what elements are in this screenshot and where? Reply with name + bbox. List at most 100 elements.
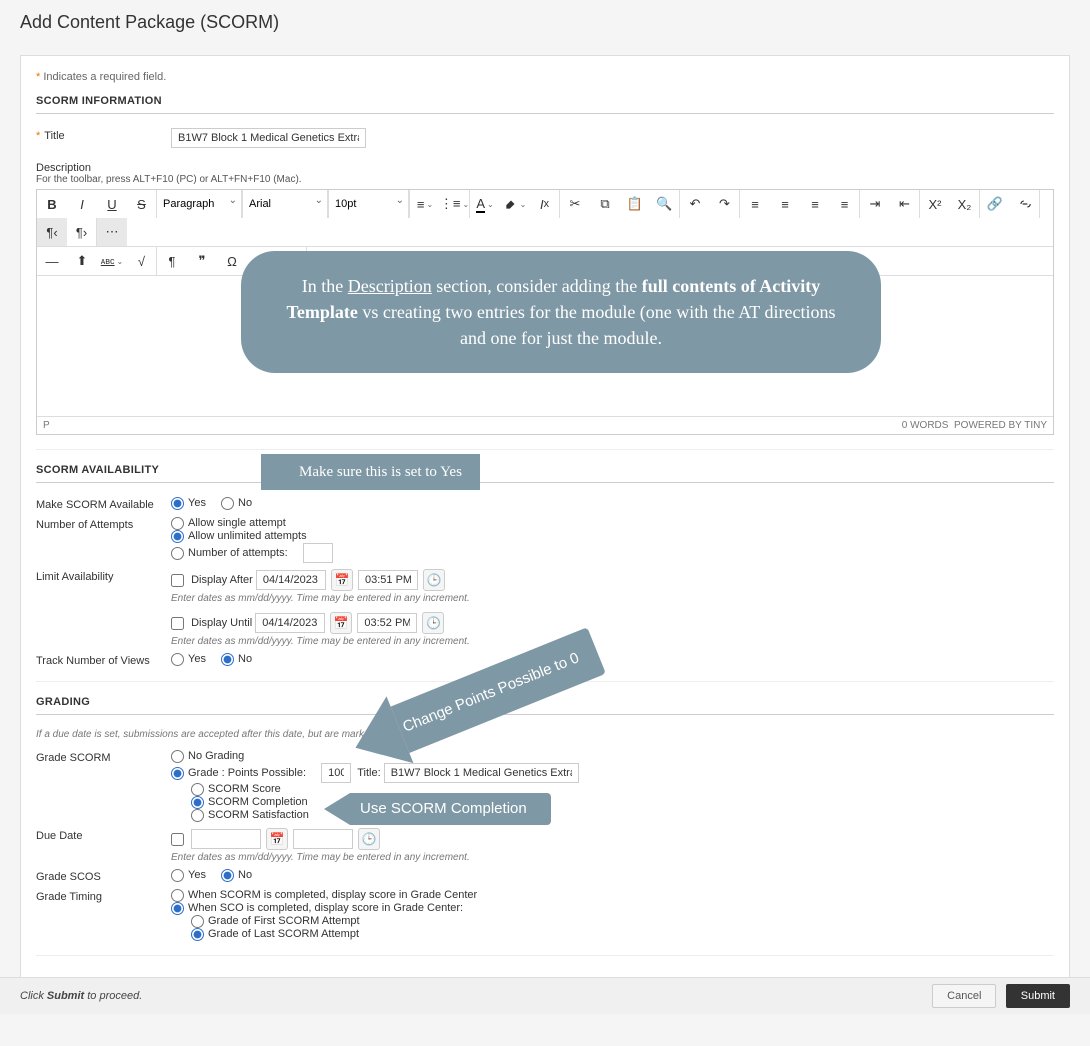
make-available-yes-radio[interactable] [171,497,184,510]
display-after-label: Display After [191,574,253,586]
bold-button[interactable]: B [37,190,67,218]
attempts-label: Number of Attempts [36,517,171,531]
rtl-button[interactable]: ¶› [67,218,97,246]
display-until-date[interactable] [255,613,325,633]
link-button[interactable]: 🔗 [980,190,1010,218]
num-attempts-input[interactable] [303,543,333,563]
display-after-check[interactable] [171,574,184,587]
description-label: Description [36,162,1054,174]
grade-points-radio[interactable] [171,767,184,780]
scorm-completion-radio[interactable] [191,796,204,809]
due-date-input[interactable] [191,829,261,849]
due-date-label: Due Date [36,828,171,842]
editor-path: P [43,420,50,431]
pilcrow-button[interactable]: ¶ [157,247,187,275]
subscript-button[interactable]: X₂ [950,190,980,218]
editor-powered: POWERED BY TINY [954,420,1047,431]
callout-description: In the Description section, consider add… [241,251,881,373]
timing-sco-radio[interactable] [171,902,184,915]
text-color-button[interactable]: A⌄ [470,190,500,218]
upload-button[interactable]: ⬆ [67,247,97,275]
align-right-button[interactable]: ≡ [800,190,830,218]
scorm-satisfaction-radio[interactable] [191,809,204,822]
section-scorm-information: SCORM INFORMATION [36,95,1054,114]
clear-format-button[interactable]: Ix [530,190,560,218]
more-button[interactable]: ⋯ [97,218,127,246]
redo-button[interactable]: ↷ [710,190,740,218]
callout-set-yes: Make sure this is set to Yes [261,454,480,490]
undo-button[interactable]: ↶ [680,190,710,218]
hr-button[interactable]: — [37,247,67,275]
submit-button[interactable]: Submit [1006,984,1070,1008]
last-attempt-radio[interactable] [191,928,204,941]
required-legend: * Indicates a required field. [36,71,1054,83]
highlight-button[interactable]: ⌄ [500,190,530,218]
title-label: Title [44,130,64,142]
due-date-hint: Enter dates as mm/dd/yyyy. Time may be e… [171,852,1054,863]
fontsize-select[interactable]: 10pt [329,190,409,218]
make-available-no-radio[interactable] [221,497,234,510]
strike-button[interactable]: S [127,190,157,218]
paste-button[interactable]: 📋 [620,190,650,218]
calendar-icon[interactable]: 📅 [331,569,353,591]
callout-points-zero: Change Points Possible to 0 [342,617,610,781]
ltr-button[interactable]: ¶‹ [37,218,67,246]
indent-button[interactable]: ⇥ [860,190,890,218]
superscript-button[interactable]: X² [920,190,950,218]
single-attempt-radio[interactable] [171,517,184,530]
scorm-score-radio[interactable] [191,783,204,796]
page-title: Add Content Package (SCORM) [0,0,1090,45]
omega-button[interactable]: Ω [217,247,247,275]
unlink-button[interactable] [1010,190,1040,218]
cancel-button[interactable]: Cancel [932,984,996,1008]
underline-button[interactable]: U [97,190,127,218]
display-after-time[interactable] [358,570,418,590]
copy-button[interactable]: ⧉ [590,190,620,218]
make-available-label: Make SCORM Available [36,497,171,511]
unlimited-attempts-radio[interactable] [171,530,184,543]
callout-grading-arrows: Change Points Possible to 0 Use SCORM Co… [316,623,636,843]
timing-scorm-radio[interactable] [171,889,184,902]
section-scorm-availability: SCORM AVAILABILITY [36,464,1054,483]
cut-button[interactable]: ✂ [560,190,590,218]
clock-icon[interactable]: 🕒 [423,569,445,591]
outdent-button[interactable]: ⇤ [890,190,920,218]
first-attempt-radio[interactable] [191,915,204,928]
grade-scos-no-radio[interactable] [221,869,234,882]
bullet-list-button[interactable]: ≡⌄ [410,190,440,218]
editor-toolbar-row1: B I U S Paragraph Arial 10pt ≡⌄ ⋮≡⌄ A⌄ ⌄… [37,190,1053,247]
quote-button[interactable]: ❞ [187,247,217,275]
display-after-date[interactable] [256,570,326,590]
date-hint1: Enter dates as mm/dd/yyyy. Time may be e… [171,593,1054,604]
title-input[interactable] [171,128,366,148]
track-views-label: Track Number of Views [36,653,171,667]
grade-scos-label: Grade SCOS [36,869,171,883]
grade-scorm-label: Grade SCORM [36,750,171,764]
no-grading-radio[interactable] [171,750,184,763]
track-no-radio[interactable] [221,653,234,666]
grade-timing-label: Grade Timing [36,889,171,903]
editor-wordcount: 0 WORDS [902,420,949,431]
display-until-label: Display Until [191,617,252,629]
italic-button[interactable]: I [67,190,97,218]
track-yes-radio[interactable] [171,653,184,666]
formula-button[interactable]: √ [127,247,157,275]
paragraph-select[interactable]: Paragraph [157,190,242,218]
callout-use-completion: Use SCORM Completion [324,793,551,825]
font-select[interactable]: Arial [243,190,328,218]
align-justify-button[interactable]: ≡ [830,190,860,218]
abc-button[interactable]: ᴀʙᴄ⌄ [97,247,127,275]
due-date-check[interactable] [171,833,184,846]
display-until-check[interactable] [171,617,184,630]
number-list-button[interactable]: ⋮≡⌄ [440,190,470,218]
description-help: For the toolbar, press ALT+F10 (PC) or A… [36,174,1054,185]
footer-bar: Click Submit to proceed. Cancel Submit [0,977,1090,1014]
calendar-icon[interactable]: 📅 [266,828,288,850]
submit-instruction: Click Submit to proceed. [20,990,142,1002]
align-center-button[interactable]: ≡ [770,190,800,218]
find-button[interactable]: 🔍 [650,190,680,218]
align-left-button[interactable]: ≡ [740,190,770,218]
limit-avail-label: Limit Availability [36,569,171,583]
num-attempts-radio[interactable] [171,547,184,560]
grade-scos-yes-radio[interactable] [171,869,184,882]
